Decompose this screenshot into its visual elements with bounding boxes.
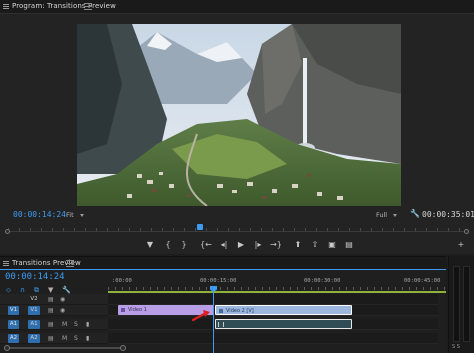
program-duration-timecode: 00:00:35:01	[422, 210, 474, 219]
fit-dropdown[interactable]: Fit	[66, 211, 84, 219]
settings-wrench-icon[interactable]: 🔧	[410, 209, 420, 218]
track-a2: A2 A2 ▤ M S ▮	[0, 333, 446, 344]
toggle-sync-lock-icon[interactable]: ▤	[48, 334, 54, 343]
eye-icon[interactable]: ◉	[60, 306, 65, 315]
track-v2: V2 ▤ ◉	[0, 294, 446, 305]
microphone-icon[interactable]: ▮	[86, 320, 89, 329]
landscape-image	[77, 24, 401, 206]
scrollbar-thumb[interactable]	[8, 347, 122, 349]
program-current-timecode[interactable]: 00:00:14:24	[13, 210, 66, 219]
program-playhead[interactable]	[197, 224, 204, 230]
ruler-label: 00:00:45:00	[404, 278, 441, 284]
mute-button[interactable]: M	[62, 334, 67, 343]
track-name-v1[interactable]: V1	[28, 306, 40, 315]
track-header-a2: A2 A2 ▤ M S ▮	[0, 333, 108, 344]
quality-label: Full	[376, 211, 388, 219]
transport-controls: ▼ { } {← ◂| ▶ |▸ →} ⬆ ⇧ ▣ ▤ +	[0, 238, 474, 252]
mark-in-icon[interactable]: {	[162, 238, 174, 252]
clip-audio-1[interactable]	[215, 319, 352, 329]
source-patch-v1[interactable]: V1	[8, 306, 19, 315]
mute-button[interactable]: M	[62, 320, 67, 329]
timeline-current-timecode[interactable]: 00:00:14:24	[5, 272, 65, 282]
panel-menu-icon[interactable]	[84, 3, 92, 11]
step-forward-icon[interactable]: |▸	[252, 238, 264, 252]
video-preview[interactable]	[77, 24, 401, 206]
track-name-a2[interactable]: A2	[28, 334, 40, 343]
audio-waveform-icon	[218, 322, 224, 327]
toggle-sync-lock-icon[interactable]: ▤	[48, 306, 54, 315]
scrubber-track	[8, 231, 466, 232]
marker-icon[interactable]: ▼	[144, 238, 156, 252]
track-lane-a2[interactable]	[108, 333, 438, 344]
ruler-label: 00:00:15:00	[200, 278, 237, 284]
timeline-ruler[interactable]: :00:00 00:00:15:00 00:00:30:00 00:00:45:…	[108, 278, 446, 294]
step-back-icon[interactable]: ◂|	[218, 238, 230, 252]
panel-close-icon[interactable]	[3, 261, 9, 267]
fx-badge-icon	[121, 307, 125, 312]
track-header-v1: V1 V1 ▤ ◉	[0, 305, 108, 316]
play-icon[interactable]: ▶	[235, 238, 247, 252]
work-area-bar[interactable]	[108, 291, 446, 293]
fx-badge-icon	[219, 308, 223, 313]
scroll-handle-right[interactable]	[120, 345, 126, 351]
go-to-in-icon[interactable]: {←	[200, 238, 212, 252]
program-monitor-tab-bar: Program: Transitions Preview	[0, 0, 474, 14]
solo-button[interactable]: S	[74, 320, 78, 329]
microphone-icon[interactable]: ▮	[86, 334, 89, 343]
playhead-line	[213, 292, 214, 353]
source-patch-a2[interactable]: A2	[8, 334, 19, 343]
audio-meters-panel: S S	[448, 256, 474, 353]
clip-video-2[interactable]: Video 2 [V]	[215, 305, 352, 315]
timeline-tab-bar: Transitions Preview	[0, 257, 446, 270]
meter-solo-buttons[interactable]: S S	[452, 344, 460, 350]
panel-close-icon[interactable]	[3, 4, 9, 10]
track-lane-v2[interactable]	[108, 294, 438, 305]
track-header-v2: V2 ▤ ◉	[0, 294, 108, 305]
export-frame-icon[interactable]: ▣	[326, 238, 338, 252]
ruler-label: 00:00:30:00	[304, 278, 341, 284]
add-button-icon[interactable]: +	[455, 238, 467, 252]
track-name-a1[interactable]: A1	[28, 320, 40, 329]
chevron-down-icon	[393, 213, 398, 217]
clip-label: Video 1	[128, 307, 147, 313]
program-monitor-title[interactable]: Program: Transitions Preview	[12, 2, 116, 10]
panel-menu-icon[interactable]	[66, 260, 74, 268]
source-patch-v2[interactable]	[8, 295, 19, 304]
ruler-ticks	[108, 287, 446, 290]
ruler-label: :00:00	[112, 278, 132, 284]
program-monitor-panel: Program: Transitions Preview 00:00:14:24…	[0, 0, 474, 254]
chevron-down-icon	[79, 213, 84, 217]
zoom-handle-left[interactable]	[5, 229, 10, 234]
source-patch-a1[interactable]: A1	[8, 320, 19, 329]
lift-icon[interactable]: ⬆	[292, 238, 304, 252]
toggle-sync-lock-icon[interactable]: ▤	[48, 320, 54, 329]
track-header-a1: A1 A1 ▤ M S ▮	[0, 319, 108, 330]
track-name-v2[interactable]: V2	[28, 295, 40, 304]
quality-dropdown[interactable]: Full	[376, 211, 398, 219]
timeline-horizontal-scrollbar[interactable]	[4, 345, 126, 351]
solo-button[interactable]: S	[74, 334, 78, 343]
mark-out-icon[interactable]: }	[178, 238, 190, 252]
audio-meter-left	[453, 266, 460, 342]
zoom-handle-right[interactable]	[464, 229, 469, 234]
scroll-handle-left[interactable]	[4, 345, 10, 351]
go-to-out-icon[interactable]: →}	[270, 238, 282, 252]
annotation-arrow-icon	[192, 310, 210, 322]
program-scrubber[interactable]	[5, 224, 469, 234]
eye-icon[interactable]: ◉	[60, 295, 65, 304]
comparison-view-icon[interactable]: ▤	[343, 238, 355, 252]
timeline-panel: Transitions Preview 00:00:14:24 ⬦ ∩ ⧉ ▼ …	[0, 256, 446, 353]
fit-label: Fit	[66, 211, 74, 219]
extract-icon[interactable]: ⇧	[309, 238, 321, 252]
toggle-sync-lock-icon[interactable]: ▤	[48, 295, 54, 304]
audio-meter-right	[463, 266, 470, 342]
clip-label: Video 2 [V]	[226, 308, 254, 314]
